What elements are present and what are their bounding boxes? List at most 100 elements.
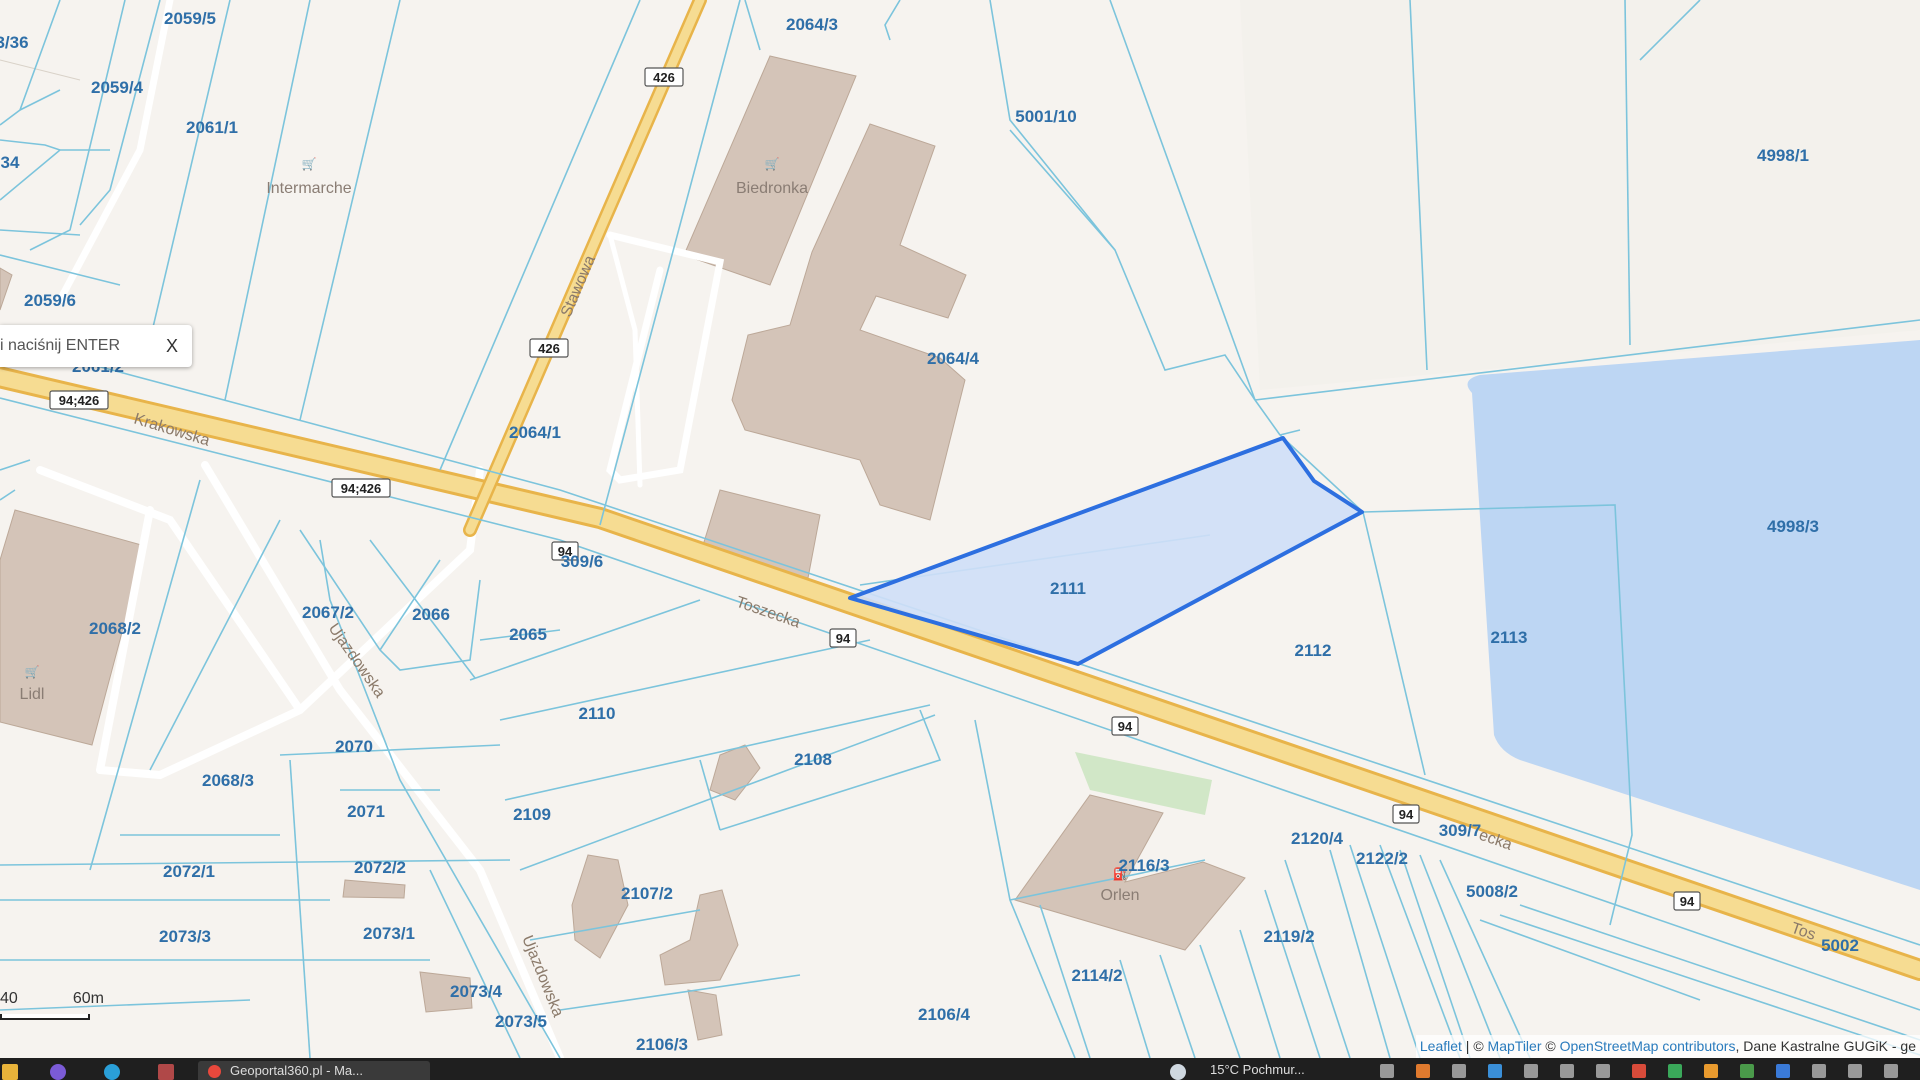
- svg-text:Orlen: Orlen: [1100, 887, 1139, 904]
- parcel-label: 2073/3: [159, 927, 211, 946]
- parcel-label: 2066: [412, 605, 450, 624]
- system-tray: [1380, 1064, 1920, 1080]
- map-attribution: Leaflet | © MapTiler © OpenStreetMap con…: [1415, 1035, 1920, 1058]
- parcel-label: 2111: [1050, 579, 1086, 598]
- parcel-label: 2064/4: [927, 349, 980, 368]
- tray-icon[interactable]: [1632, 1064, 1646, 1078]
- scale-bar-line: [0, 1014, 90, 1020]
- parcel-label: 309/6: [561, 552, 604, 571]
- svg-text:Biedronka: Biedronka: [736, 180, 808, 197]
- parcel-label: 2107/2: [621, 884, 673, 903]
- taskbar-tab-title: Geoportal360.pl - Ma...: [230, 1063, 363, 1078]
- tray-icon[interactable]: [1380, 1064, 1394, 1078]
- bluetooth-icon[interactable]: [1776, 1064, 1790, 1078]
- tray-icon[interactable]: [1668, 1064, 1682, 1078]
- svg-text:Intermarche: Intermarche: [266, 180, 351, 197]
- parcel-label: 2072/2: [354, 858, 406, 877]
- folder-icon[interactable]: [2, 1064, 18, 1080]
- tray-icon[interactable]: [1740, 1064, 1754, 1078]
- parcel-label: 4998/3: [1767, 517, 1819, 536]
- taskbar-browser-tab[interactable]: Geoportal360.pl - Ma...: [198, 1061, 430, 1080]
- app-icon[interactable]: [50, 1064, 66, 1080]
- tray-icon[interactable]: [1596, 1064, 1610, 1078]
- scale-bar: 40 60m: [0, 990, 104, 1020]
- road-shield-94-d: 94: [1392, 804, 1420, 824]
- parcel-label: 2067/2: [302, 603, 354, 622]
- svg-text:94;426: 94;426: [59, 393, 99, 408]
- attribution-sep: | ©: [1461, 1038, 1488, 1054]
- app-icon[interactable]: [158, 1064, 174, 1080]
- parcel-label: 2116/3: [1118, 856, 1169, 875]
- parcel-label: 5008/2: [1466, 882, 1518, 901]
- parcel-label: 2065: [509, 625, 547, 644]
- svg-text:426: 426: [653, 70, 675, 85]
- parcel-label: 2109: [513, 805, 551, 824]
- search-close-button[interactable]: X: [166, 336, 178, 357]
- tray-icon[interactable]: [1704, 1064, 1718, 1078]
- parcel-label: 5001/10: [1015, 107, 1076, 126]
- parcel-label: 3/36: [0, 33, 29, 52]
- tray-icon[interactable]: [1524, 1064, 1538, 1078]
- parcel-label: 2122/2: [1356, 849, 1408, 868]
- osm-link[interactable]: OpenStreetMap contributors: [1560, 1038, 1736, 1054]
- cloud-icon: [1170, 1064, 1186, 1080]
- tray-icon[interactable]: [1812, 1064, 1826, 1078]
- parcel-label: 2073/5: [495, 1012, 547, 1031]
- cadastral-map[interactable]: Krakowska Stawowa Toszecka ecka Tos Ujaz…: [0, 0, 1920, 1058]
- road-shield-94-c: 94: [1111, 716, 1139, 736]
- scale-label-right: 60m: [72, 990, 104, 1007]
- svg-text:426: 426: [538, 341, 560, 356]
- road-shield-94-426-center: 94;426: [331, 478, 391, 498]
- parcel-label: 34: [1, 153, 20, 172]
- chrome-icon: [208, 1065, 221, 1078]
- parcel-label: 2114/2: [1071, 966, 1122, 985]
- parcel-label: 4998/1: [1757, 146, 1809, 165]
- attribution-sep2: ©: [1541, 1038, 1560, 1054]
- wifi-icon[interactable]: [1848, 1064, 1862, 1078]
- parcel-label: 2108: [794, 750, 832, 769]
- leaflet-link[interactable]: Leaflet: [1420, 1038, 1462, 1054]
- road-shield-426-south: 426: [529, 338, 569, 358]
- tray-icon[interactable]: [1416, 1064, 1430, 1078]
- parcel-label: 2071: [347, 802, 385, 821]
- road-shield-94-426-west: 94;426: [49, 390, 109, 410]
- parcel-label: 2059/5: [164, 9, 216, 28]
- tray-icon[interactable]: [1560, 1064, 1574, 1078]
- parcel-label: 2106/3: [636, 1035, 688, 1054]
- search-box: X: [0, 325, 192, 367]
- parcel-label: 2059/6: [24, 291, 76, 310]
- parcel-label: 309/7: [1439, 821, 1482, 840]
- parcel-label: 2064/3: [786, 15, 838, 34]
- svg-text:94: 94: [1680, 894, 1695, 909]
- maptiler-link[interactable]: MapTiler: [1488, 1038, 1542, 1054]
- scale-label-left: 40: [0, 990, 18, 1007]
- speaker-icon[interactable]: [1884, 1064, 1898, 1078]
- parcel-label: 2073/4: [450, 982, 503, 1001]
- cart-icon: 🛒: [25, 665, 40, 679]
- search-input[interactable]: [0, 336, 152, 356]
- edge-icon[interactable]: [104, 1064, 120, 1080]
- parcel-label: 2073/1: [363, 924, 415, 943]
- tray-icon[interactable]: [1488, 1064, 1502, 1078]
- road-shield-94-e: 94: [1673, 891, 1701, 911]
- parcel-label: 2068/2: [89, 619, 141, 638]
- parcel-label: 2112: [1295, 641, 1332, 660]
- parcel-label: 2064/1: [509, 423, 561, 442]
- parcel-label: 5002: [1821, 936, 1859, 955]
- road-shield-426-north: 426: [644, 67, 684, 87]
- parcel-label: 2119/2: [1263, 927, 1314, 946]
- os-taskbar: Geoportal360.pl - Ma... 15°C Pochmur...: [0, 1058, 1920, 1080]
- parcel-label: 2113: [1491, 628, 1528, 647]
- parcel-label: 2110: [579, 704, 616, 723]
- parcel-label: 2120/4: [1291, 829, 1344, 848]
- parcel-label: 2068/3: [202, 771, 254, 790]
- svg-text:94: 94: [1399, 807, 1414, 822]
- svg-text:Lidl: Lidl: [20, 686, 45, 703]
- attribution-rest: , Dane Kastralne GUGiK - ge: [1735, 1038, 1916, 1054]
- svg-text:94;426: 94;426: [341, 481, 381, 496]
- cart-icon: 🛒: [765, 157, 780, 171]
- tray-icon[interactable]: [1452, 1064, 1466, 1078]
- svg-text:94: 94: [836, 631, 851, 646]
- parcel-label: 2059/4: [91, 78, 144, 97]
- taskbar-weather[interactable]: 15°C Pochmur...: [1210, 1062, 1305, 1077]
